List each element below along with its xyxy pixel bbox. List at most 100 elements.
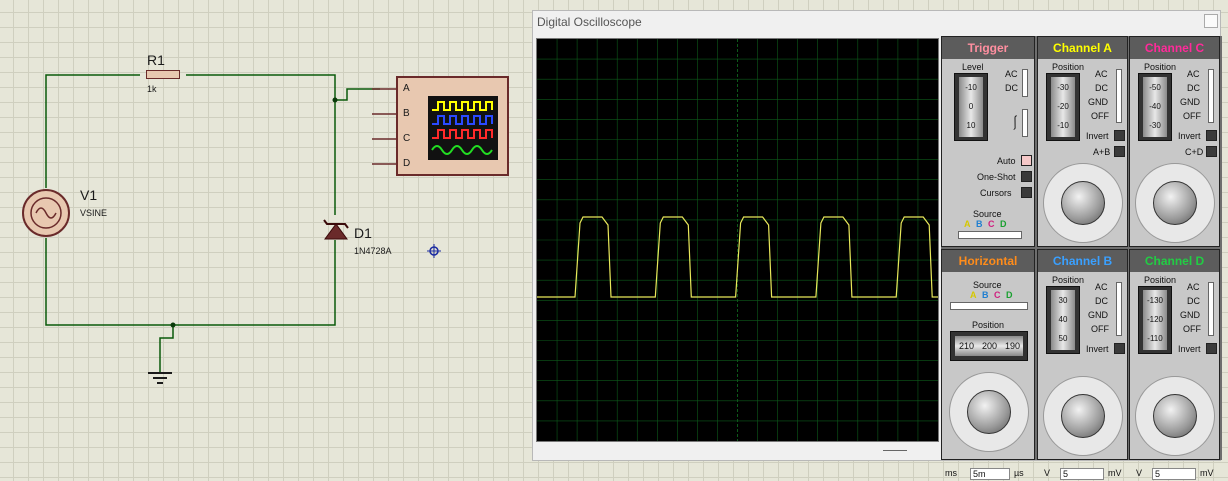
combine-label: C+D [1185, 147, 1204, 157]
horizontal-source-label: Source [973, 280, 1002, 290]
invert-label: Invert [1086, 344, 1109, 354]
window-title: Digital Oscilloscope [537, 15, 642, 29]
v1-ref-label: V1 [80, 187, 98, 203]
volts-unit-mv: mV [1200, 468, 1214, 478]
control-panel: Trigger Level -10 0 10 AC DC ⎰ Auto One-… [941, 36, 1222, 480]
channel-panel-0: Channel A Position -30 -20 -10 AC DC GND… [1037, 36, 1128, 267]
d1-ref-label: D1 [354, 225, 372, 241]
volts-knob[interactable] [1061, 181, 1105, 225]
coupling-dc[interactable]: DC [1187, 296, 1200, 306]
volts-unit-mv: mV [1108, 468, 1122, 478]
combine-button[interactable] [1114, 146, 1125, 157]
scope-pin-c: C [403, 133, 411, 144]
invert-button[interactable] [1114, 130, 1125, 141]
coupling-ac[interactable]: AC [1187, 282, 1200, 292]
coupling-gnd[interactable]: GND [1180, 97, 1200, 107]
coupling-switch[interactable] [1208, 282, 1214, 336]
invert-label: Invert [1086, 131, 1109, 141]
scope-pin-d: D [403, 158, 411, 169]
coupling-ac[interactable]: AC [1187, 69, 1200, 79]
trigger-coupling-switch[interactable] [1022, 69, 1028, 97]
trigger-source-slider[interactable] [958, 231, 1022, 239]
volts-knob[interactable] [1061, 394, 1105, 438]
combine-button[interactable] [1206, 146, 1217, 157]
horizontal-scrollbar[interactable] [536, 444, 939, 458]
scope-thumbnail [428, 96, 498, 160]
timebase-unit-ms: ms [945, 468, 957, 478]
channel-position-label: Position [1144, 62, 1177, 72]
cursors-button[interactable] [1021, 187, 1032, 198]
coupling-dc[interactable]: DC [1095, 83, 1108, 93]
mode-oneshot-label: One-Shot [977, 172, 1016, 182]
coupling-off[interactable]: OFF [1091, 324, 1109, 334]
scope-pin-b: B [403, 108, 410, 119]
timebase-knob[interactable] [967, 390, 1011, 434]
v1-value-label: VSINE [80, 208, 108, 218]
invert-button[interactable] [1206, 130, 1217, 141]
coupling-off[interactable]: OFF [1091, 111, 1109, 121]
level-label: Level [962, 62, 984, 72]
channel-title: Channel C [1130, 37, 1219, 59]
channel-title: Channel B [1038, 250, 1127, 272]
resistor-r1[interactable] [140, 69, 186, 81]
timebase-value-field[interactable]: 5m [970, 468, 1010, 480]
close-button[interactable] [1204, 14, 1218, 28]
trigger-level-control[interactable]: -10 0 10 [954, 73, 988, 141]
channel-position-control[interactable]: -30 -20 -10 [1046, 73, 1080, 141]
trigger-source-label: Source [973, 209, 1002, 219]
coupling-ac[interactable]: AC [1095, 69, 1108, 79]
scope-pin-a: A [403, 83, 410, 94]
channel-position-control[interactable]: -50 -40 -30 [1138, 73, 1172, 141]
coupling-dc[interactable]: DC [1095, 296, 1108, 306]
coupling-switch[interactable] [1116, 69, 1122, 123]
channel-panel-1: Channel C Position -50 -40 -30 AC DC GND… [1129, 36, 1220, 267]
sine-source-v1[interactable] [21, 188, 71, 238]
scope-pin-leads [372, 88, 396, 165]
invert-button[interactable] [1114, 343, 1125, 354]
scrollbar-thumb[interactable] [883, 450, 907, 451]
combine-label: A+B [1093, 147, 1111, 157]
auto-button[interactable] [1021, 155, 1032, 166]
channel-position-control[interactable]: -130 -120 -110 [1138, 286, 1172, 354]
horizontal-source-slider[interactable] [950, 302, 1028, 310]
schematic-canvas[interactable] [0, 0, 532, 481]
coupling-off[interactable]: OFF [1183, 111, 1201, 121]
coupling-gnd[interactable]: GND [1088, 97, 1108, 107]
volts-knob[interactable] [1153, 394, 1197, 438]
invert-button[interactable] [1206, 343, 1217, 354]
one-shot-button[interactable] [1021, 171, 1032, 182]
coupling-switch[interactable] [1116, 282, 1122, 336]
channel-title: Channel A [1038, 37, 1127, 59]
volts-value-field[interactable]: 5 [1152, 468, 1196, 480]
coupling-dc[interactable]: DC [1187, 83, 1200, 93]
channel-panel-3: Channel D Position -130 -120 -110 AC DC … [1129, 249, 1220, 480]
r1-ref-label: R1 [147, 52, 165, 68]
volts-unit-v: V [1136, 468, 1143, 478]
scope-screen[interactable] [536, 38, 977, 442]
zener-diode-d1[interactable] [322, 215, 350, 240]
horizontal-position-control[interactable]: 210 200 190 [950, 331, 1028, 361]
channel-position-label: Position [1144, 275, 1177, 285]
timebase-unit-us: µs [1014, 468, 1024, 478]
trigger-dc[interactable]: DC [1005, 83, 1018, 93]
volts-unit-v: V [1044, 468, 1051, 478]
d1-value-label: 1N4728A [354, 246, 392, 256]
scope-component[interactable] [396, 76, 509, 176]
coupling-ac[interactable]: AC [1095, 282, 1108, 292]
coupling-off[interactable]: OFF [1183, 324, 1201, 334]
channel-position-label: Position [1052, 275, 1085, 285]
volts-knob[interactable] [1153, 181, 1197, 225]
channel-title: Channel D [1130, 250, 1219, 272]
trigger-ac[interactable]: AC [1005, 69, 1018, 79]
channel-position-control[interactable]: 30 40 50 [1046, 286, 1080, 354]
trigger-edge-switch[interactable] [1022, 109, 1028, 137]
volts-value-field[interactable]: 5 [1060, 468, 1104, 480]
crosshair-cursor-icon [427, 244, 441, 258]
ground-icon [148, 372, 172, 384]
coupling-gnd[interactable]: GND [1088, 310, 1108, 320]
horizontal-panel: Horizontal Source A B C D Position 210 2… [941, 249, 1035, 480]
coupling-gnd[interactable]: GND [1180, 310, 1200, 320]
coupling-switch[interactable] [1208, 69, 1214, 123]
channel-position-label: Position [1052, 62, 1085, 72]
invert-label: Invert [1178, 131, 1201, 141]
